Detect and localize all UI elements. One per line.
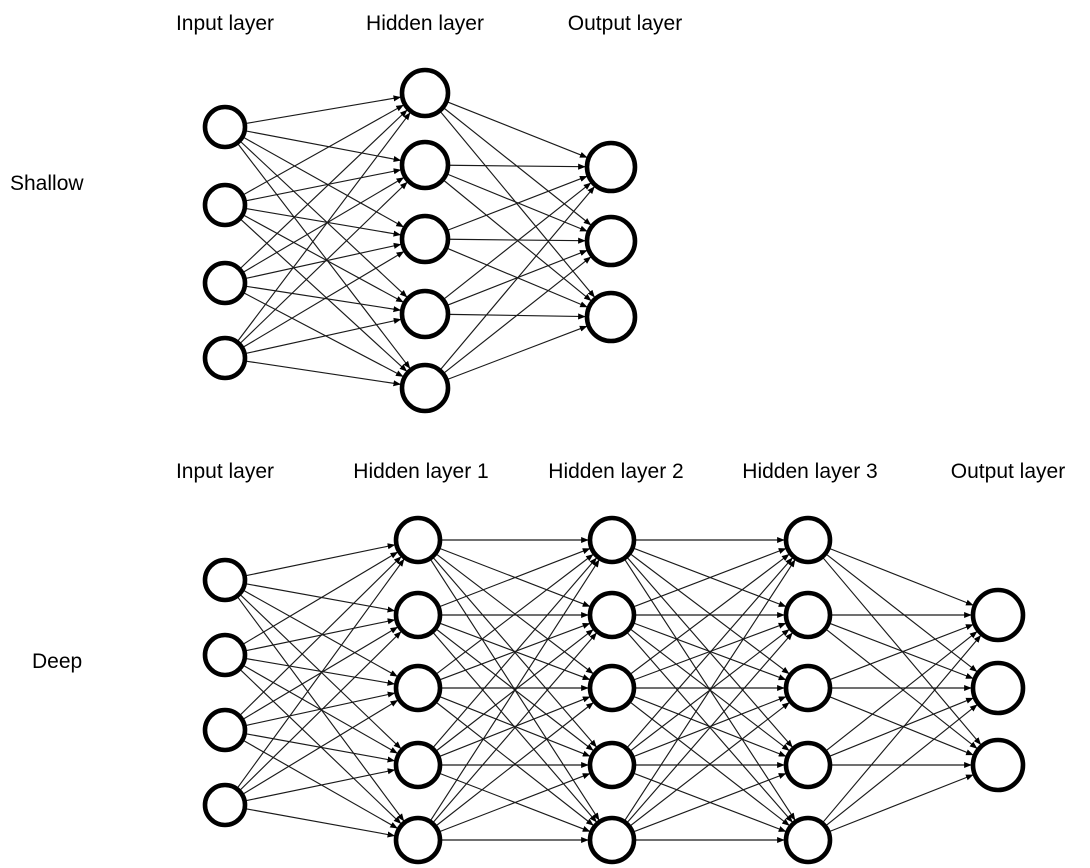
layer-label-deep-output: Output layer bbox=[951, 460, 1065, 483]
neuron-node-deep-output-3 bbox=[970, 737, 1026, 793]
neuron-node-shallow-hidden-5 bbox=[399, 362, 451, 414]
edge-shallow-hidden-0-to-shallow-output-2 bbox=[439, 110, 596, 298]
edge-deep-hidden-3-1-to-deep-output-2 bbox=[825, 628, 978, 750]
edge-shallow-input-3-to-shallow-hidden-4 bbox=[245, 360, 401, 387]
edge-deep-hidden-3-3-to-deep-output-0 bbox=[825, 630, 978, 752]
neuron-node-shallow-input-2 bbox=[202, 182, 248, 228]
layer-label-shallow-hidden: Hidden layer bbox=[366, 12, 484, 35]
edge-deep-input-1-to-deep-hidden-1-0 bbox=[242, 551, 399, 646]
neuron-node-deep-hidden-3-1 bbox=[783, 515, 833, 565]
neuron-node-shallow-hidden-4 bbox=[399, 288, 451, 340]
neuron-node-deep-hidden-2-1 bbox=[587, 515, 637, 565]
neuron-node-deep-hidden-1-4 bbox=[393, 740, 443, 790]
diagram-canvas: Shallow Input layer Hidden layer Output lay… bbox=[10, 12, 1065, 865]
edge-shallow-input-2-to-shallow-hidden-2 bbox=[244, 242, 402, 280]
edge-deep-input-3-to-deep-hidden-1-2 bbox=[242, 699, 399, 795]
edge-deep-input-3-to-deep-hidden-1-0 bbox=[236, 558, 405, 789]
row-label-shallow: Shallow bbox=[10, 172, 84, 195]
neuron-node-deep-hidden-1-3 bbox=[393, 663, 443, 713]
edge-deep-input-0-to-deep-hidden-1-0 bbox=[244, 543, 396, 577]
layer-label-deep-hidden-3: Hidden layer 3 bbox=[742, 460, 877, 483]
edge-shallow-input-2-to-shallow-hidden-3 bbox=[245, 285, 402, 313]
neuron-node-deep-hidden-3-2 bbox=[783, 590, 833, 640]
edge-deep-hidden-3-0-to-deep-output-1 bbox=[825, 553, 978, 673]
layer-label-deep-hidden-2: Hidden layer 2 bbox=[548, 460, 683, 483]
neuron-node-deep-input-1 bbox=[202, 557, 248, 603]
edge-deep-input-3-to-deep-hidden-1-1 bbox=[239, 631, 402, 792]
edge-deep-hidden-3-4-to-deep-output-2 bbox=[828, 774, 974, 833]
edge-deep-hidden-3-2-to-deep-output-2 bbox=[828, 695, 974, 756]
edge-deep-input-0-to-deep-hidden-1-1 bbox=[245, 583, 396, 613]
edge-shallow-input-3-to-shallow-hidden-3 bbox=[244, 317, 402, 355]
edge-deep-input-0-to-deep-hidden-1-2 bbox=[242, 589, 398, 678]
neural-network-diagram: Shallow Input layer Hidden layer Output lay… bbox=[0, 0, 1090, 868]
edge-shallow-input-1-to-shallow-hidden-4 bbox=[239, 218, 408, 372]
neuron-node-deep-hidden-2-4 bbox=[587, 740, 637, 790]
neuron-node-deep-hidden-1-1 bbox=[393, 515, 443, 565]
edge-shallow-input-3-to-shallow-hidden-2 bbox=[242, 251, 405, 349]
edge-shallow-hidden-2-to-shallow-output-1 bbox=[448, 237, 586, 244]
neuron-node-deep-hidden-1-5 bbox=[393, 815, 443, 865]
edge-shallow-hidden-4-to-shallow-output-0 bbox=[439, 186, 596, 371]
edge-shallow-hidden-1-to-shallow-output-0 bbox=[448, 163, 586, 170]
neuron-node-deep-hidden-3-3 bbox=[783, 663, 833, 713]
neuron-node-shallow-input-3 bbox=[202, 260, 248, 306]
edge-shallow-hidden-4-to-shallow-output-2 bbox=[446, 325, 588, 381]
edge-shallow-input-2-to-shallow-hidden-0 bbox=[239, 109, 408, 270]
neuron-node-shallow-output-1 bbox=[584, 140, 638, 194]
neuron-node-shallow-input-4 bbox=[202, 335, 248, 381]
neuron-node-shallow-input-1 bbox=[202, 104, 248, 150]
edge-shallow-input-1-to-shallow-hidden-1 bbox=[244, 168, 402, 202]
layer-label-shallow-input: Input layer bbox=[176, 12, 274, 35]
edge-deep-input-2-to-deep-hidden-1-0 bbox=[239, 556, 402, 717]
neuron-node-deep-hidden-2-5 bbox=[587, 815, 637, 865]
edge-deep-hidden-3-3-to-deep-output-1 bbox=[828, 697, 974, 758]
edge-deep-hidden-3-4-to-deep-output-0 bbox=[822, 634, 982, 824]
neuron-node-deep-input-3 bbox=[202, 707, 248, 753]
neuron-node-deep-hidden-2-3 bbox=[587, 663, 637, 713]
edge-deep-input-2-to-deep-hidden-1-4 bbox=[242, 739, 398, 829]
layer-label-shallow-output: Output layer bbox=[568, 12, 682, 35]
neuron-node-deep-input-4 bbox=[202, 782, 248, 828]
neuron-node-deep-hidden-3-4 bbox=[783, 740, 833, 790]
edge-deep-input-3-to-deep-hidden-1-4 bbox=[245, 808, 396, 838]
neuron-node-deep-hidden-3-5 bbox=[783, 815, 833, 865]
neuron-node-deep-output-2 bbox=[970, 660, 1026, 716]
neuron-node-shallow-hidden-1 bbox=[399, 67, 451, 119]
neuron-node-shallow-hidden-3 bbox=[399, 213, 451, 265]
edge-shallow-input-3-to-shallow-hidden-1 bbox=[239, 181, 408, 345]
neuron-node-deep-output-1 bbox=[970, 587, 1026, 643]
neuron-node-deep-hidden-1-2 bbox=[393, 590, 443, 640]
neuron-node-deep-input-2 bbox=[202, 632, 248, 678]
layer-label-deep-hidden-1: Hidden layer 1 bbox=[353, 460, 488, 483]
edge-deep-input-1-to-deep-hidden-1-1 bbox=[244, 618, 396, 652]
edge-deep-input-2-to-deep-hidden-1-1 bbox=[242, 626, 399, 721]
neuron-node-shallow-output-3 bbox=[584, 290, 638, 344]
edge-shallow-hidden-0-to-shallow-output-0 bbox=[446, 101, 588, 159]
neuron-node-shallow-output-2 bbox=[584, 214, 638, 268]
labels-group: Shallow Input layer Hidden layer Output lay… bbox=[10, 12, 1065, 673]
layer-label-deep-input: Input layer bbox=[176, 460, 274, 483]
row-label-deep: Deep bbox=[32, 650, 82, 673]
edge-deep-hidden-3-0-to-deep-output-0 bbox=[828, 547, 974, 606]
neuron-node-shallow-hidden-2 bbox=[399, 139, 451, 191]
neuron-node-deep-hidden-2-2 bbox=[587, 590, 637, 640]
